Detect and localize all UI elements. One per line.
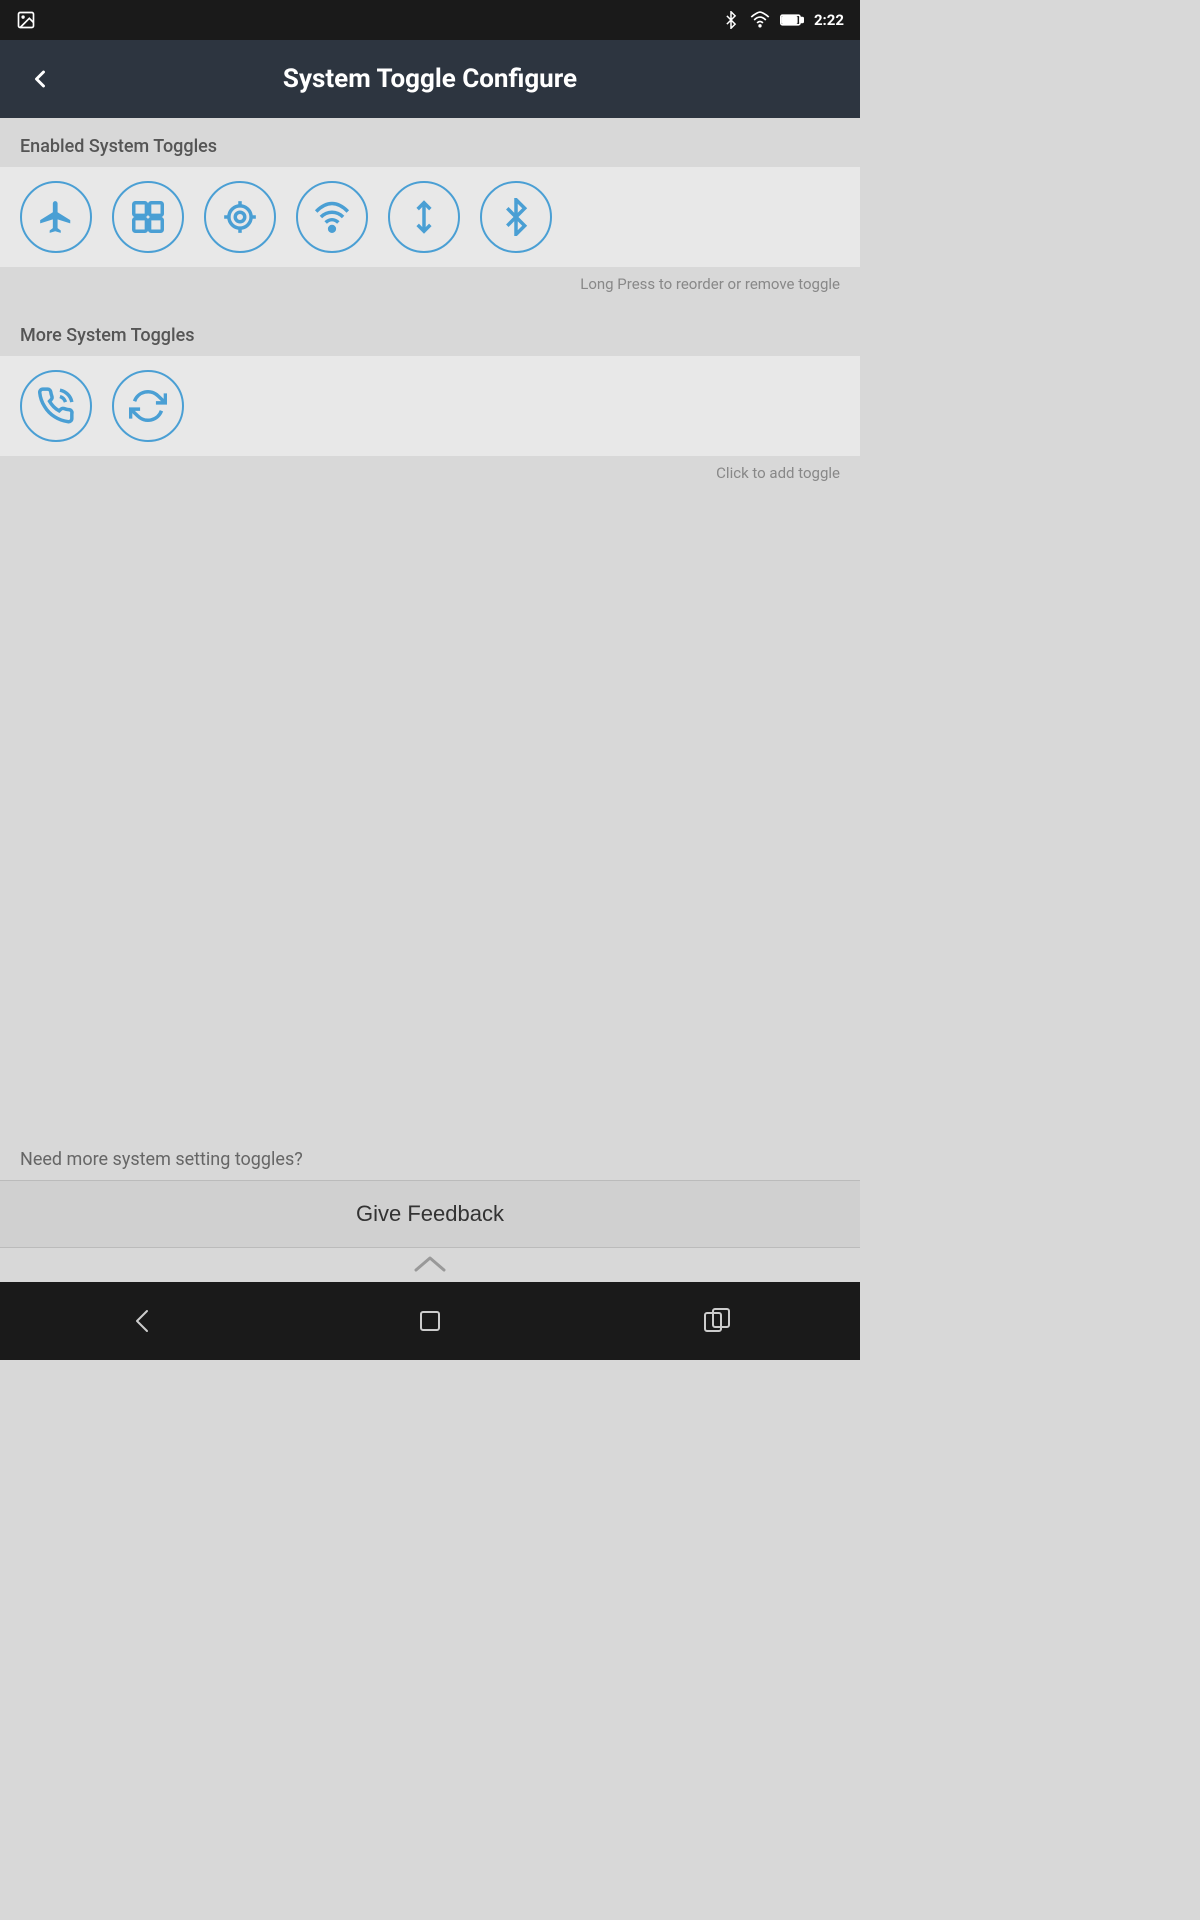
airplane-toggle[interactable]: [20, 181, 92, 253]
nav-recents-button[interactable]: [699, 1303, 735, 1339]
bottom-section: Need more system setting toggles? Give F…: [0, 1131, 860, 1280]
wifi-status-icon: [750, 10, 770, 30]
main-content: Enabled System Toggles: [0, 118, 860, 496]
status-bar: 2:22: [0, 0, 860, 40]
screen-toggle[interactable]: [112, 181, 184, 253]
sync-toggle[interactable]: [112, 370, 184, 442]
nav-home-button[interactable]: [412, 1303, 448, 1339]
chevron-up-icon: [412, 1254, 448, 1274]
wifi-icon: [313, 198, 351, 236]
battery-status-icon: [780, 11, 804, 29]
bluetooth-status-icon: [722, 11, 740, 29]
airplane-icon: [37, 198, 75, 236]
data-icon: [405, 198, 443, 236]
status-bar-right: 2:22: [722, 10, 844, 30]
give-feedback-button[interactable]: Give Feedback: [0, 1180, 860, 1248]
screen-icon: [129, 198, 167, 236]
nav-recents-icon: [699, 1303, 735, 1339]
bluetooth-toggle[interactable]: [480, 181, 552, 253]
status-bar-left: [16, 10, 36, 30]
phone-icon: [37, 387, 75, 425]
wifi-toggle[interactable]: [296, 181, 368, 253]
top-bar: System Toggle Configure: [0, 40, 860, 118]
nav-back-button[interactable]: [125, 1303, 161, 1339]
feedback-question: Need more system setting toggles?: [0, 1131, 860, 1180]
add-toggle-hint: Click to add toggle: [0, 456, 860, 496]
location-icon: [221, 198, 259, 236]
bluetooth-icon: [497, 198, 535, 236]
photo-icon: [16, 10, 36, 30]
enabled-section-title: Enabled System Toggles: [0, 118, 860, 167]
location-toggle[interactable]: [204, 181, 276, 253]
back-icon: [26, 65, 54, 93]
more-section-title: More System Toggles: [0, 307, 860, 356]
sync-icon: [129, 387, 167, 425]
enabled-toggles-row: [0, 167, 860, 267]
more-toggles-row: [0, 356, 860, 456]
data-toggle[interactable]: [388, 181, 460, 253]
reorder-hint: Long Press to reorder or remove toggle: [0, 267, 860, 307]
nav-back-icon: [125, 1303, 161, 1339]
nav-home-icon: [412, 1303, 448, 1339]
page-title: System Toggle Configure: [283, 64, 577, 94]
back-button[interactable]: [20, 59, 60, 99]
navigation-bar: [0, 1282, 860, 1360]
status-time: 2:22: [814, 11, 844, 29]
chevron-up-area: [0, 1248, 860, 1280]
phone-toggle[interactable]: [20, 370, 92, 442]
